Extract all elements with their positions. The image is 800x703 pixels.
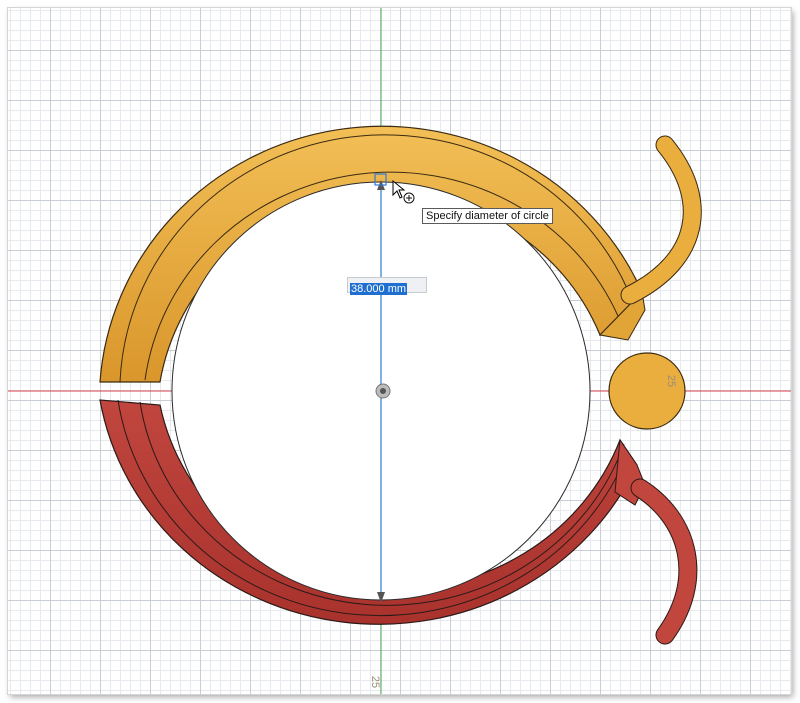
ruler-tick-bottom: 25 [369, 675, 382, 689]
origin-point-icon[interactable] [375, 383, 391, 399]
canvas-viewport[interactable]: 38.000 mm Specify diameter of circle 25 … [8, 8, 791, 694]
design-scene [8, 8, 791, 694]
tooltip: Specify diameter of circle [422, 208, 553, 224]
dimension-input[interactable]: 38.000 mm [347, 277, 427, 295]
dimension-value[interactable]: 38.000 mm [350, 283, 408, 295]
ruler-tick-right: 25 [665, 374, 678, 388]
app-frame: 38.000 mm Specify diameter of circle 25 … [0, 0, 800, 703]
